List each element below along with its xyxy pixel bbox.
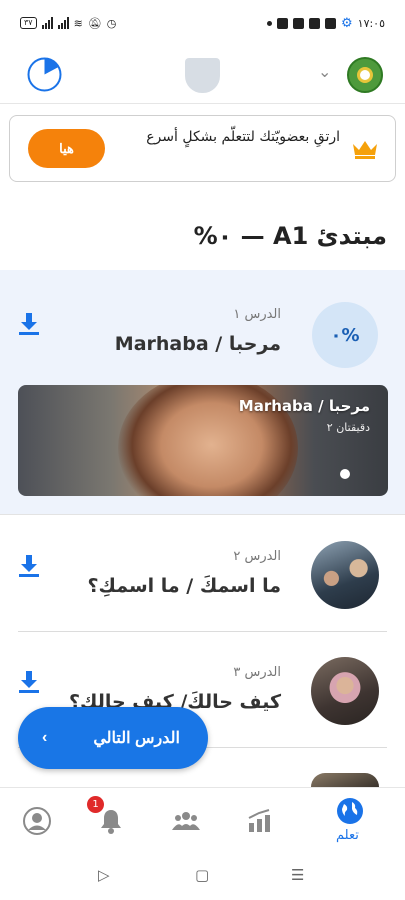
lesson-thumbnail bbox=[311, 541, 379, 609]
download-icon[interactable] bbox=[18, 670, 40, 694]
snapchat-icon bbox=[277, 17, 288, 29]
recents-icon[interactable]: ☰ bbox=[291, 866, 304, 884]
top-app-bar: ⌄ bbox=[0, 46, 405, 104]
community-icon bbox=[172, 812, 200, 830]
notification-badge: 1 bbox=[87, 796, 104, 813]
language-flag-icon[interactable] bbox=[347, 57, 383, 93]
mute-icon: 🔕︎ bbox=[87, 16, 102, 30]
lesson-thumbnail-partial bbox=[311, 773, 379, 787]
news-icon bbox=[325, 17, 336, 29]
status-bar-left: ٣٧ ≋ 🔕︎ ◷ bbox=[20, 17, 116, 30]
home-icon[interactable]: ▢ bbox=[195, 866, 209, 884]
upgrade-banner: هيا ارتقِ بعضويّتك لتتعلّم بشكلٍ أسرع bbox=[9, 115, 396, 182]
alarm-icon: ◷ bbox=[106, 16, 117, 30]
clock: ١٧:٠٥ bbox=[357, 16, 385, 30]
wifi-icon: ≋ bbox=[73, 16, 83, 30]
upgrade-button[interactable]: هيا bbox=[28, 129, 105, 168]
battery-icon: ٣٧ bbox=[20, 17, 37, 29]
nav-profile[interactable] bbox=[22, 806, 52, 836]
bottom-nav: 1 تعلم bbox=[0, 787, 405, 845]
lesson-card-1[interactable]: ٠% الدرس ١ مرحبا / Marhaba مرحبا / Marha… bbox=[0, 270, 405, 515]
chevron-down-icon[interactable]: ⌄ bbox=[318, 62, 331, 81]
chevron-left-icon: ‹ bbox=[42, 729, 48, 746]
lesson-video-thumbnail[interactable]: مرحبا / Marhaba دقيقتان ٢ bbox=[18, 385, 388, 496]
profile-shield-icon[interactable] bbox=[185, 58, 220, 93]
bell-icon bbox=[101, 810, 121, 834]
nav-learn-label: تعلم bbox=[336, 828, 359, 843]
carousel-dot bbox=[340, 469, 350, 479]
back-icon[interactable]: ▷ bbox=[98, 866, 110, 884]
globe-icon bbox=[337, 798, 363, 824]
youtube-icon bbox=[293, 17, 304, 29]
video-title: مرحبا / Marhaba bbox=[238, 397, 370, 415]
next-lesson-label: الدرس التالي bbox=[93, 730, 180, 747]
nav-stats[interactable] bbox=[245, 806, 275, 836]
signal-icon bbox=[41, 17, 53, 29]
settings-gear-icon: ⚙ bbox=[341, 15, 353, 31]
lesson-progress: ٠% bbox=[312, 302, 378, 368]
status-bar: ٣٧ ≋ 🔕︎ ◷ ⚙ ١٧:٠٥ bbox=[0, 0, 405, 46]
app-n-icon bbox=[309, 17, 320, 29]
lesson-number: الدرس ١ bbox=[233, 307, 281, 322]
lesson-thumbnail bbox=[311, 657, 379, 725]
next-lesson-button[interactable]: ‹ الدرس التالي bbox=[18, 707, 208, 769]
lesson-title: مرحبا / Marhaba bbox=[114, 333, 281, 355]
lesson-title: ما اسمكَ / ما اسمكِ؟ bbox=[87, 575, 281, 597]
profile-icon bbox=[23, 807, 51, 835]
stats-icon bbox=[248, 809, 270, 832]
nav-community[interactable] bbox=[171, 806, 201, 836]
progress-ring-icon[interactable] bbox=[26, 56, 63, 93]
status-bar-right: ⚙ ١٧:٠٥ bbox=[267, 16, 385, 31]
notification-dot-icon bbox=[267, 20, 272, 26]
download-icon[interactable] bbox=[18, 554, 40, 578]
level-title: مبتدئ A1 — ٠% bbox=[193, 222, 387, 250]
system-nav-bar: ▷ ▢ ☰ bbox=[0, 850, 405, 900]
signal-2-icon bbox=[57, 17, 69, 29]
download-icon[interactable] bbox=[18, 312, 40, 336]
nav-learn[interactable] bbox=[335, 796, 365, 826]
lesson-number: الدرس ٢ bbox=[233, 549, 281, 564]
video-duration: دقيقتان ٢ bbox=[326, 421, 370, 434]
upgrade-text: ارتقِ بعضويّتك لتتعلّم بشكلٍ أسرع bbox=[146, 129, 340, 145]
lesson-number: الدرس ٣ bbox=[233, 665, 281, 680]
crown-icon bbox=[353, 141, 377, 159]
lesson-card-2[interactable]: الدرس ٢ ما اسمكَ / ما اسمكِ؟ bbox=[0, 516, 405, 632]
